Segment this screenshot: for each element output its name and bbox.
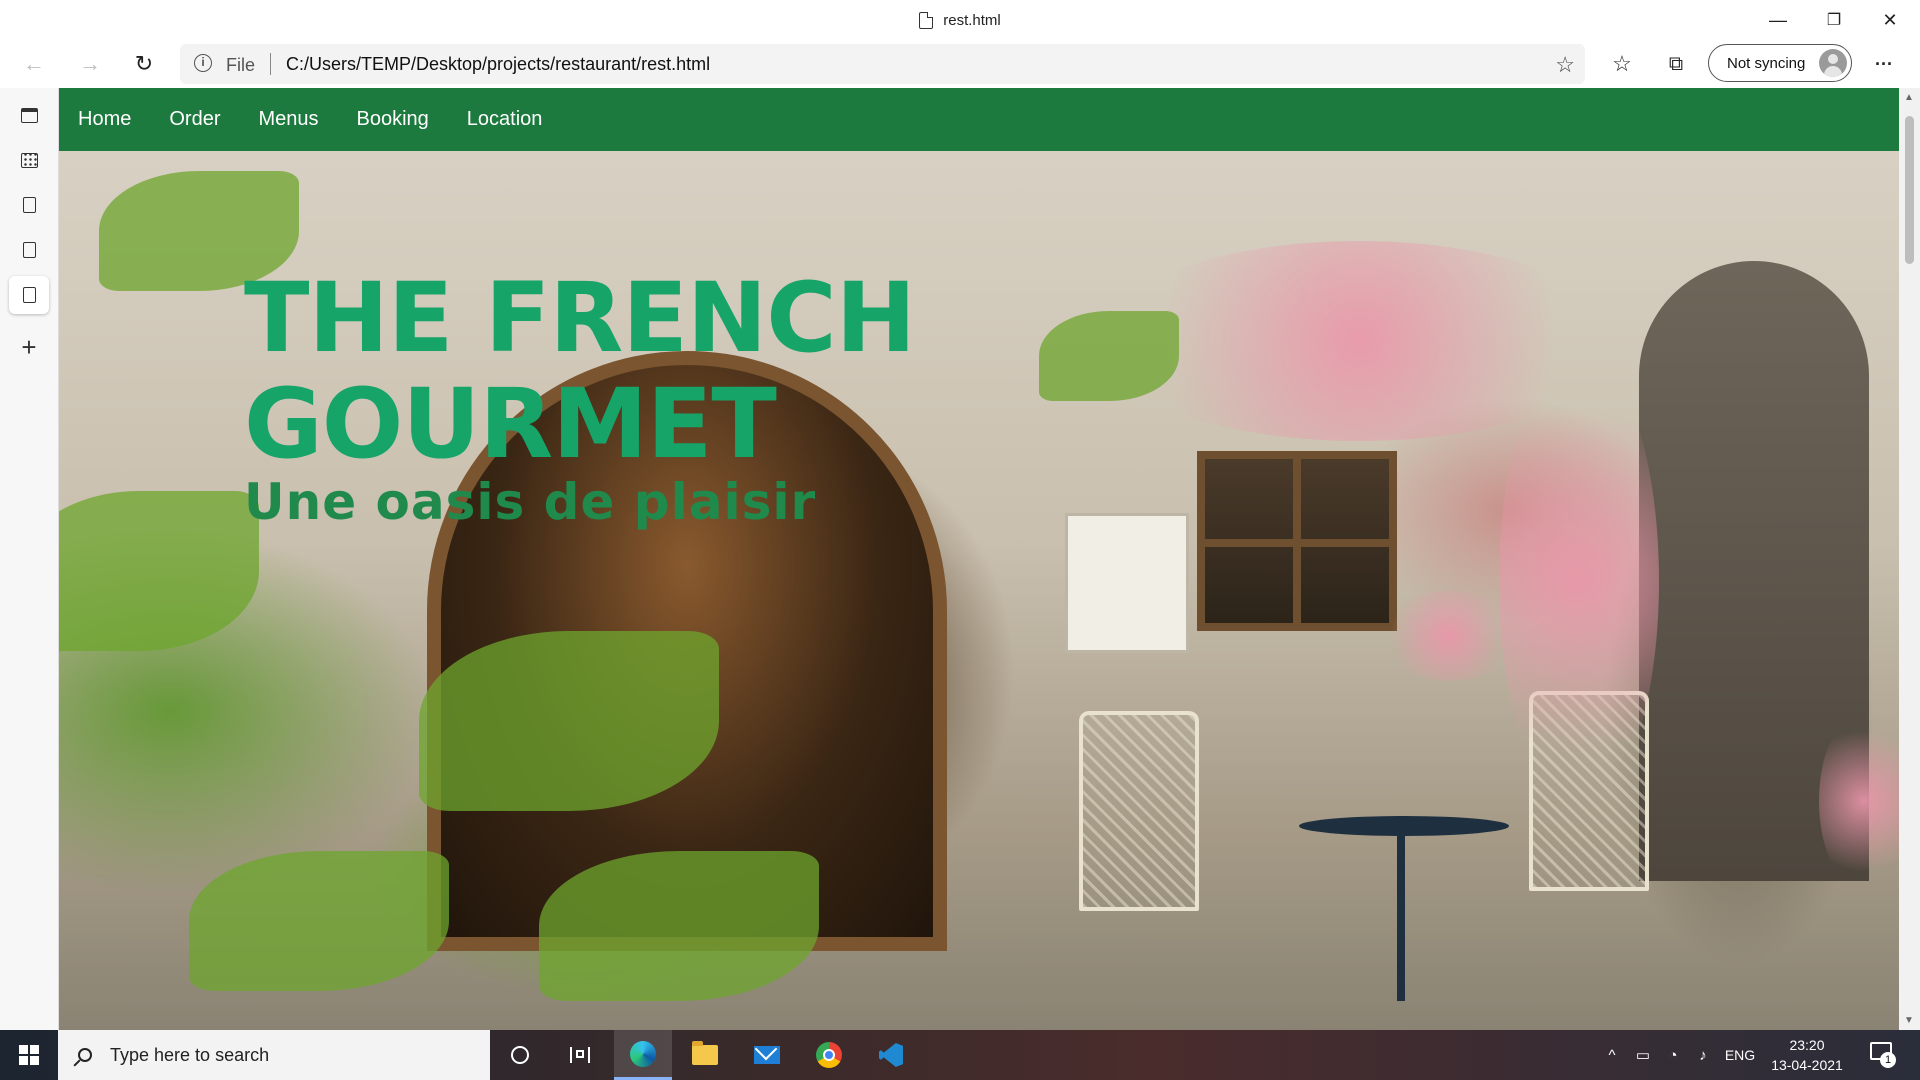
tab-actions-button[interactable] [9,96,49,134]
add-favorite-icon[interactable]: ☆ [1555,52,1575,78]
forward-button[interactable]: → [70,46,110,82]
search-icon [78,1048,92,1062]
linked-page-icon [22,197,36,213]
sync-label: Not syncing [1727,54,1806,72]
tab-actions-icon [20,107,38,123]
url-input[interactable] [286,44,1466,84]
battery-icon[interactable]: ▭ [1630,1030,1656,1080]
nav-home[interactable]: Home [78,108,131,131]
address-bar[interactable]: i File ☆ [180,44,1585,84]
cafe-chair-left [1079,711,1199,911]
restore-button[interactable]: ❐ [1806,0,1862,40]
file-explorer-button[interactable] [676,1030,734,1080]
profile-avatar-icon [1819,49,1847,77]
more-menu-button[interactable]: ··· [1864,46,1904,82]
flower-column [1499,351,1659,811]
windows-logo-icon [19,1045,39,1065]
scheme-label: File [226,55,256,75]
foreground-leaf [539,851,819,1001]
taskbar-search-box[interactable]: Type here to search [58,1030,490,1080]
nav-menus[interactable]: Menus [258,108,318,131]
chrome-button[interactable] [800,1030,858,1080]
mail-icon [754,1046,780,1064]
page-icon [22,242,36,258]
info-icon[interactable]: i [194,54,212,72]
vscode-icon [879,1043,903,1067]
minimize-button[interactable]: — [1750,0,1806,40]
chrome-icon [816,1042,842,1068]
hero-background-image: THE FRENCH GOURMET Une oasis de plaisir [59,151,1899,1030]
flower-pot [1819,711,1899,891]
flower-basket [1379,591,1519,681]
clock-time: 23:20 [1789,1037,1825,1053]
windows-taskbar: Type here to search ^ ▭ ◔ ♪ ENG 23:20 13… [0,1030,1920,1080]
collections-button[interactable]: ⧉ [1656,46,1696,82]
window-title: rest.html [0,0,1920,40]
page-icon [22,287,36,303]
cafe-table-leg [1397,831,1405,1001]
site-navbar: Home Order Menus Booking Location [59,88,1899,151]
volume-icon[interactable]: ♪ [1690,1030,1716,1080]
foreground-leaf [1039,311,1179,401]
window-title-bar: rest.html — ❐ ✕ [0,0,1920,40]
refresh-button[interactable]: ↻ [124,46,164,82]
back-button[interactable]: ← [14,46,54,82]
new-tab-button[interactable]: + [9,328,49,366]
sync-button[interactable]: Not syncing [1708,44,1852,82]
scroll-up-arrow-icon[interactable]: ▲ [1904,92,1914,103]
scrollbar-thumb[interactable] [1905,116,1914,264]
mail-button[interactable] [738,1030,796,1080]
page-viewport: THE FRENCH GOURMET Une oasis de plaisir … [59,88,1899,1030]
task-view-button[interactable] [551,1030,609,1080]
vscode-button[interactable] [862,1030,920,1080]
cortana-icon [511,1046,529,1064]
wall-plaque [1065,513,1189,653]
window-title-text: rest.html [943,11,1001,29]
foreground-leaf [189,851,449,991]
vertical-tab-3[interactable] [9,231,49,269]
edge-taskbar-button[interactable] [614,1030,672,1080]
clock-date: 13-04-2021 [1771,1057,1843,1073]
start-button[interactable] [0,1030,58,1080]
browser-toolbar: ← → ↻ i File ☆ ☆ ⧉ Not syncing ··· [0,40,1920,88]
wifi-icon[interactable]: ◔ [1660,1030,1686,1080]
hero-title: THE FRENCH GOURMET [244,262,916,480]
scroll-down-arrow-icon[interactable]: ▼ [1904,1015,1914,1026]
vertical-tab-2[interactable] [9,186,49,224]
cortana-button[interactable] [491,1030,549,1080]
shop-window [1197,451,1397,631]
nav-booking[interactable]: Booking [357,108,429,131]
nav-order[interactable]: Order [169,108,220,131]
nav-location[interactable]: Location [467,108,543,131]
page-scrollbar[interactable]: ▲ ▼ [1899,88,1920,1030]
taskbar-clock[interactable]: 23:20 13-04-2021 [1762,1035,1852,1075]
hero-subtitle: Une oasis de plaisir [244,473,817,531]
search-placeholder: Type here to search [110,1044,270,1065]
task-view-icon [570,1047,590,1063]
notification-count-badge: 1 [1880,1052,1896,1068]
folder-icon [692,1041,718,1065]
document-icon [919,11,934,29]
tray-overflow-chevron-icon[interactable]: ^ [1600,1030,1624,1080]
vertical-tab-active[interactable] [9,276,49,314]
calendar-page-icon [20,152,38,168]
language-indicator[interactable]: ENG [1720,1030,1760,1080]
address-divider [270,53,271,75]
vertical-tab-strip: + [0,88,59,1030]
close-button[interactable]: ✕ [1862,0,1918,40]
foreground-leaf [59,491,259,651]
foreground-leaf [419,631,719,811]
vertical-tab-1[interactable] [9,141,49,179]
favorites-button[interactable]: ☆ [1602,46,1642,82]
edge-icon [630,1040,656,1067]
